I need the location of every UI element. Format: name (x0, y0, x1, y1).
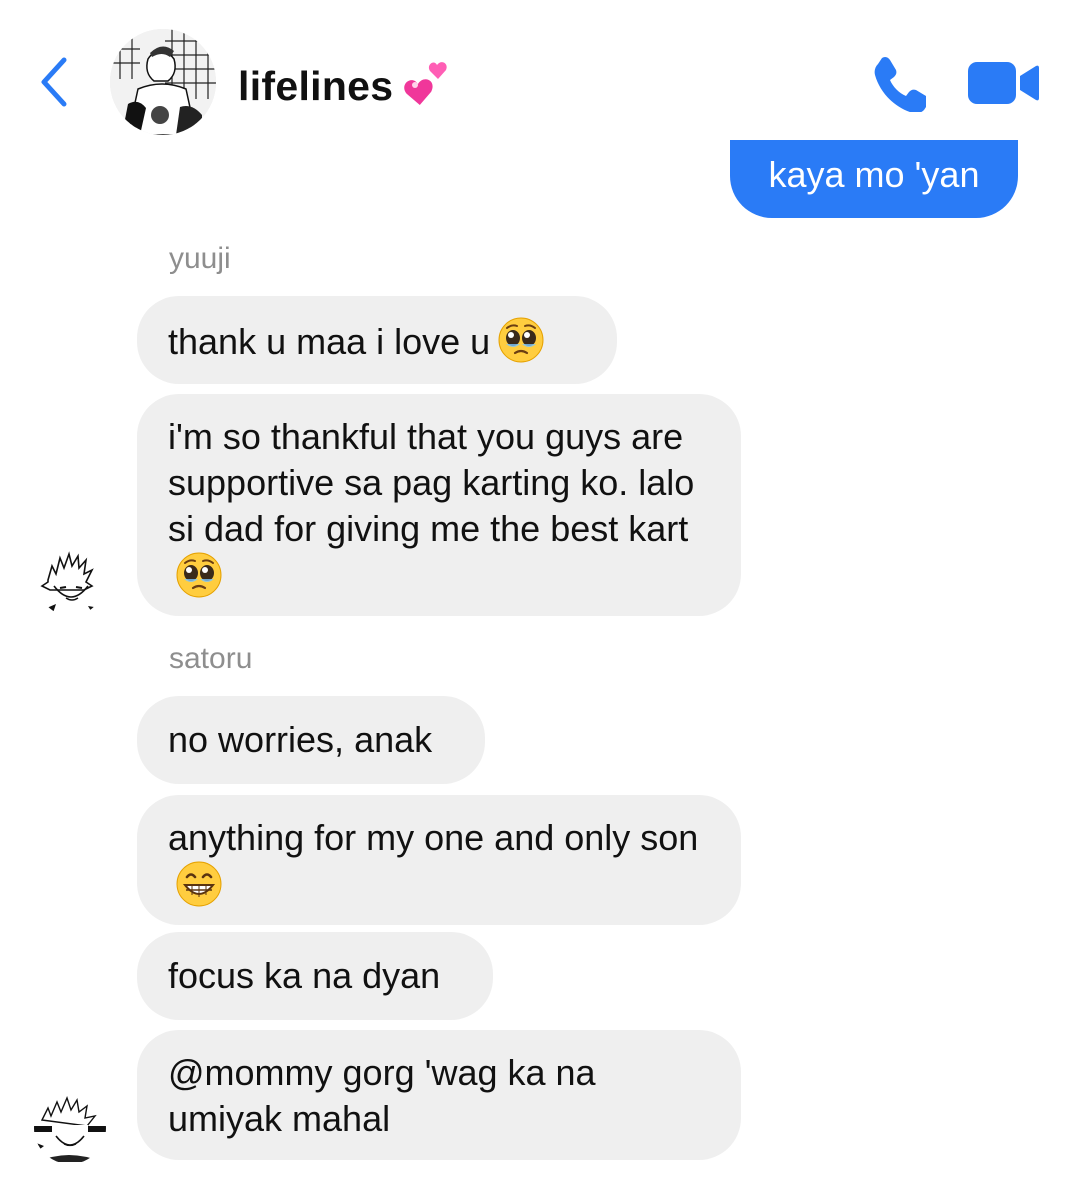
video-camera-icon (968, 62, 1039, 104)
incoming-message-bubble[interactable]: @mommy gorg 'wag ka na umiyak mahal (137, 1030, 741, 1160)
chat-title: lifelines (238, 62, 394, 109)
voice-call-button[interactable] (868, 54, 930, 114)
yuuji-avatar[interactable] (38, 550, 104, 616)
message-text: kaya mo 'yan (768, 154, 980, 195)
chat-header: lifelines (0, 0, 1080, 140)
pleading-face-emoji (176, 552, 222, 598)
message-text: focus ka na dyan (168, 955, 441, 996)
sender-name-satoru: satoru (169, 642, 253, 675)
message-text: anything for my one and only son (168, 817, 699, 858)
chevron-left-icon (41, 57, 67, 107)
sender-name-yuuji: yuuji (169, 242, 231, 275)
group-avatar[interactable] (110, 29, 216, 135)
back-button[interactable] (34, 52, 74, 112)
satoru-avatar[interactable] (34, 1092, 106, 1164)
two-hearts-emoji (403, 61, 453, 111)
message-text: thank u maa i love u (168, 321, 491, 362)
message-text: i'm so thankful that you guys are suppor… (168, 416, 695, 549)
incoming-message-bubble[interactable]: thank u maa i love u (137, 296, 617, 384)
phone-icon (874, 56, 930, 114)
incoming-message-bubble[interactable]: i'm so thankful that you guys are suppor… (137, 394, 741, 616)
message-text: @mommy gorg 'wag ka na umiyak mahal (168, 1052, 596, 1139)
incoming-message-bubble[interactable]: focus ka na dyan (137, 932, 493, 1020)
video-call-button[interactable] (966, 58, 1040, 108)
message-text: no worries, anak (168, 719, 433, 760)
pleading-face-emoji (498, 317, 544, 363)
chat-title-area[interactable]: lifelines (238, 58, 453, 114)
incoming-message-bubble[interactable]: no worries, anak (137, 696, 485, 784)
outgoing-message-bubble[interactable]: kaya mo 'yan (730, 128, 1018, 218)
grinning-face-emoji (176, 861, 222, 907)
incoming-message-bubble[interactable]: anything for my one and only son (137, 795, 741, 925)
